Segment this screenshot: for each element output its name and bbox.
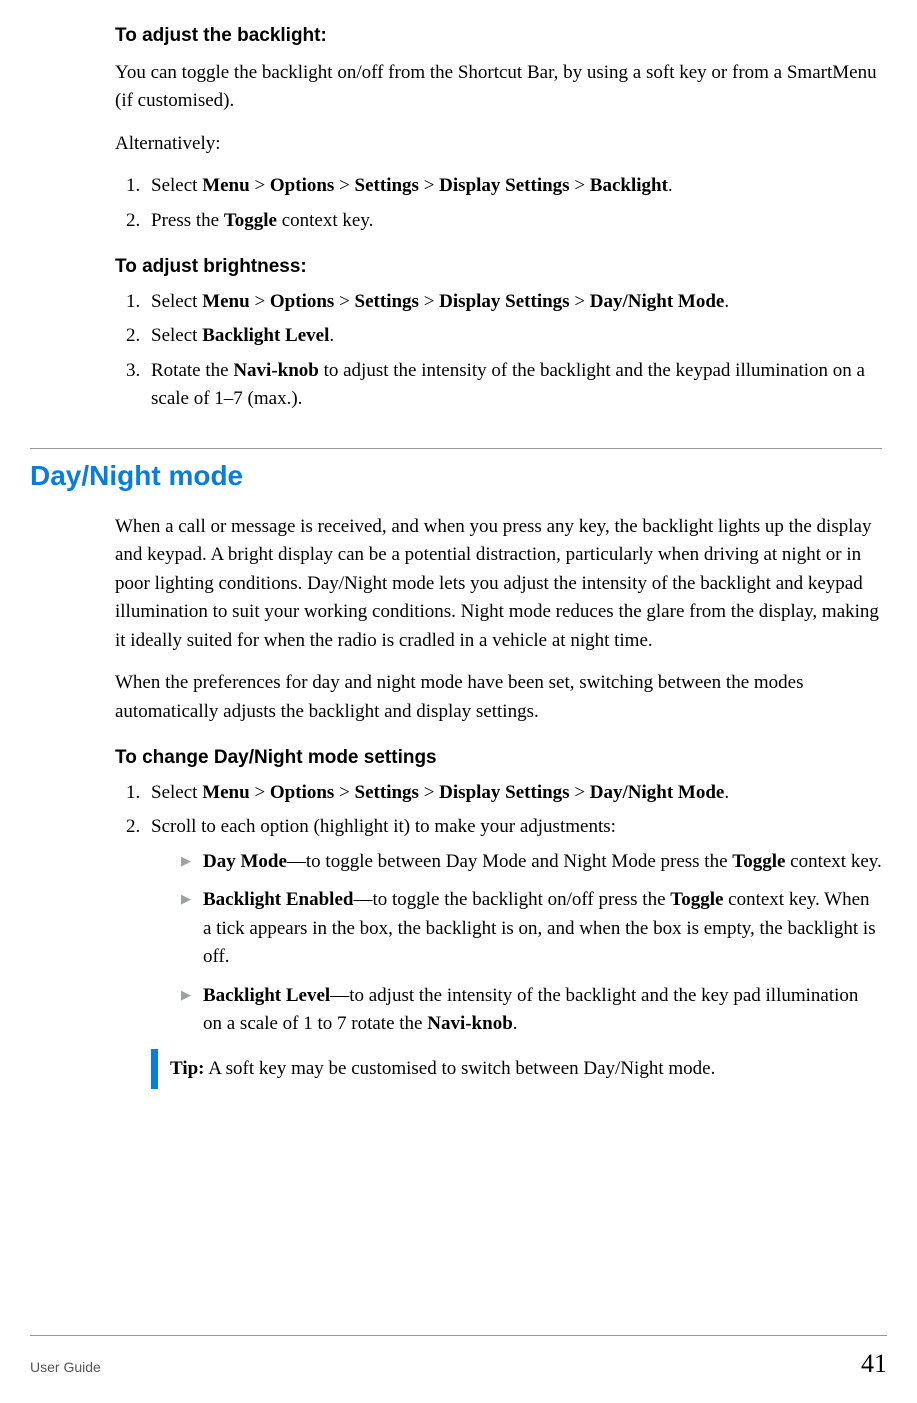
- adjust-backlight-steps: Select Menu > Options > Settings > Displ…: [115, 172, 882, 235]
- tip-text: A soft key may be customised to switch b…: [205, 1058, 716, 1079]
- sep: >: [334, 291, 354, 312]
- menu-path-item: Menu: [202, 782, 250, 803]
- sep: >: [419, 782, 439, 803]
- text: .: [513, 1013, 518, 1034]
- sep: >: [250, 782, 270, 803]
- list-item: Scroll to each option (highlight it) to …: [145, 813, 882, 1089]
- page: To adjust the backlight: You can toggle …: [0, 0, 917, 1403]
- option-name: Backlight Enabled: [203, 889, 353, 910]
- menu-path-item: Display Settings: [439, 291, 569, 312]
- menu-path-item: Options: [270, 782, 334, 803]
- page-number: 41: [861, 1344, 887, 1383]
- day-night-p1: When a call or message is received, and …: [115, 513, 882, 656]
- menu-path-item: Options: [270, 175, 334, 196]
- menu-path-item: Menu: [202, 175, 250, 196]
- page-footer: User Guide 41: [30, 1335, 887, 1383]
- text: context key.: [277, 210, 373, 231]
- menu-path-item: Day/Night Mode: [590, 782, 725, 803]
- text: context key.: [785, 851, 881, 872]
- sep: >: [250, 175, 270, 196]
- list-item: Day Mode—to toggle between Day Mode and …: [181, 848, 882, 877]
- menu-item: Backlight Level: [202, 325, 329, 346]
- text: Select: [151, 325, 202, 346]
- key-name: Toggle: [670, 889, 723, 910]
- key-name: Toggle: [732, 851, 785, 872]
- list-item: Rotate the Navi-knob to adjust the inten…: [145, 357, 882, 414]
- adjust-backlight-intro: You can toggle the backlight on/off from…: [115, 59, 882, 116]
- menu-path-item: Options: [270, 291, 334, 312]
- text: Select: [151, 782, 202, 803]
- list-item: Backlight Level—to adjust the intensity …: [181, 982, 882, 1039]
- list-item: Select Menu > Options > Settings > Displ…: [145, 288, 882, 317]
- list-item: Select Menu > Options > Settings > Displ…: [145, 172, 882, 201]
- text: Press the: [151, 210, 224, 231]
- text: Scroll to each option (highlight it) to …: [151, 816, 616, 837]
- change-day-night-heading: To change Day/Night mode settings: [115, 744, 882, 773]
- menu-path-item: Settings: [355, 175, 419, 196]
- sep: >: [570, 291, 590, 312]
- footer-left: User Guide: [30, 1357, 101, 1378]
- list-item: Press the Toggle context key.: [145, 207, 882, 236]
- menu-path-item: Settings: [355, 291, 419, 312]
- sep: >: [570, 175, 590, 196]
- adjust-backlight-alt: Alternatively:: [115, 130, 882, 159]
- list-item: Backlight Enabled—to toggle the backligh…: [181, 886, 882, 972]
- sep: >: [570, 782, 590, 803]
- list-item: Select Backlight Level.: [145, 322, 882, 351]
- text: —to toggle between Day Mode and Night Mo…: [287, 851, 732, 872]
- adjust-brightness-heading: To adjust brightness:: [115, 253, 882, 282]
- text: Select: [151, 291, 202, 312]
- menu-path-item: Settings: [355, 782, 419, 803]
- sep: >: [419, 291, 439, 312]
- text: .: [329, 325, 334, 346]
- adjust-brightness-steps: Select Menu > Options > Settings > Displ…: [115, 288, 882, 414]
- option-name: Day Mode: [203, 851, 287, 872]
- tip-label: Tip:: [170, 1058, 205, 1079]
- menu-path-item: Backlight: [590, 175, 668, 196]
- text: Rotate the: [151, 360, 233, 381]
- day-night-mode-title: Day/Night mode: [30, 455, 882, 497]
- menu-path-item: Display Settings: [439, 175, 569, 196]
- control-name: Navi-knob: [233, 360, 319, 381]
- text: Select: [151, 175, 202, 196]
- change-day-night-steps: Select Menu > Options > Settings > Displ…: [115, 779, 882, 1090]
- content: To adjust the backlight: You can toggle …: [30, 0, 887, 1089]
- text: —to toggle the backlight on/off press th…: [353, 889, 670, 910]
- section-rule: [30, 448, 882, 449]
- key-name: Toggle: [224, 210, 277, 231]
- menu-path-item: Day/Night Mode: [590, 291, 725, 312]
- sep: >: [419, 175, 439, 196]
- adjust-backlight-heading: To adjust the backlight:: [115, 22, 882, 51]
- option-name: Backlight Level: [203, 985, 330, 1006]
- list-item: Select Menu > Options > Settings > Displ…: [145, 779, 882, 808]
- sep: >: [250, 291, 270, 312]
- menu-path-item: Display Settings: [439, 782, 569, 803]
- options-list: Day Mode—to toggle between Day Mode and …: [151, 848, 882, 1039]
- menu-path-item: Menu: [202, 291, 250, 312]
- control-name: Navi-knob: [427, 1013, 513, 1034]
- tip-callout: Tip: A soft key may be customised to swi…: [151, 1049, 882, 1090]
- day-night-p2: When the preferences for day and night m…: [115, 669, 882, 726]
- sep: >: [334, 782, 354, 803]
- sep: >: [334, 175, 354, 196]
